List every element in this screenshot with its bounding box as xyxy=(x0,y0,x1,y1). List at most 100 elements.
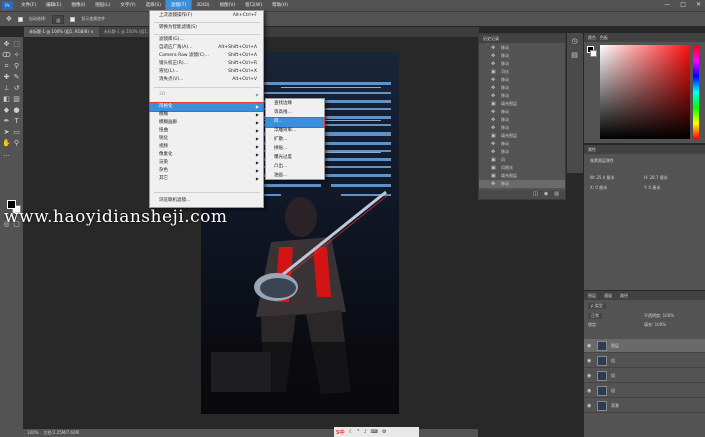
y-field[interactable]: Y: 0 厘米 xyxy=(644,185,660,191)
lasso-tool-icon[interactable]: ↀ xyxy=(2,51,11,60)
filter-blur-gallery[interactable]: 模糊画廊 ▶ xyxy=(150,119,263,127)
auto-select-target-dropdown[interactable]: 组 xyxy=(52,14,65,24)
history-row[interactable]: ▣ 羽化 xyxy=(479,68,565,76)
zoom-tool-icon[interactable]: ⚲ xyxy=(12,139,21,148)
filter-3d[interactable]: 3D ▶ xyxy=(150,91,263,99)
filter-other[interactable]: 其它 ▶ xyxy=(150,175,263,183)
close-button[interactable]: ✕ xyxy=(696,1,701,8)
history-row[interactable]: ✥ 移动 xyxy=(479,92,565,100)
trash-icon[interactable]: ▥ xyxy=(554,190,559,199)
history-row[interactable]: ▣ 填充图层 xyxy=(479,172,565,180)
menu-help[interactable]: 帮助(H) xyxy=(267,0,293,11)
history-row[interactable]: ▣ 填充图层 xyxy=(479,132,565,140)
history-row[interactable]: ✥ 移动 xyxy=(479,116,565,124)
eye-icon[interactable]: ◉ xyxy=(587,354,591,368)
rectangle-tool-icon[interactable]: ▭ xyxy=(12,128,21,137)
hue-slider[interactable] xyxy=(693,45,699,139)
auto-select-checkbox[interactable] xyxy=(17,16,23,22)
filter-lens-correction[interactable]: 镜头校正(R)... Shift+Ctrl+R xyxy=(150,60,263,68)
gradient-tool-icon[interactable]: ▥ xyxy=(12,95,21,104)
filter-liquify[interactable]: 液化(L)... Shift+Ctrl+X xyxy=(150,68,263,76)
eyedropper-icon[interactable]: ⚲ xyxy=(12,62,21,71)
filter-distort[interactable]: 扭曲 ▶ xyxy=(150,127,263,135)
hand-tool-icon[interactable]: ✋ xyxy=(2,139,11,148)
eye-icon[interactable]: ◉ xyxy=(587,369,591,383)
tab-layers[interactable]: 图层 xyxy=(588,291,596,300)
tab-document-1[interactable]: 未标题-1 @ 100% (组1, RGB/8) × xyxy=(24,27,99,37)
history-brush-icon[interactable]: ↺ xyxy=(12,84,21,93)
layer-kind-filter[interactable]: ρ 类型 xyxy=(588,303,606,309)
eye-icon[interactable]: ◉ xyxy=(587,384,591,398)
show-transform-checkbox[interactable] xyxy=(70,16,76,22)
opacity-field[interactable]: 不透明度: 100% xyxy=(644,313,674,319)
menu-image[interactable]: 图像(I) xyxy=(66,0,90,11)
filter-camera-raw[interactable]: Camera Raw 滤镜(C)... Shift+Ctrl+A xyxy=(150,52,263,60)
x-field[interactable]: X: 0 厘米 xyxy=(590,185,607,191)
stylize-contour[interactable]: 等高线... xyxy=(266,109,324,118)
filter-blur[interactable]: 模糊 ▶ xyxy=(150,111,263,119)
move-tool-icon[interactable]: ✥ xyxy=(2,40,11,49)
camera-icon[interactable]: ◉ xyxy=(544,190,548,199)
history-row[interactable]: ✥ 移动 xyxy=(479,52,565,60)
stylize-find-edges[interactable]: 查找边缘 xyxy=(266,100,324,109)
eraser-icon[interactable]: ◧ xyxy=(2,95,11,104)
blur-tool-icon[interactable]: ◆ xyxy=(2,106,11,115)
menu-edit[interactable]: 编辑(E) xyxy=(41,0,66,11)
dodge-tool-icon[interactable]: ● xyxy=(12,106,21,115)
pen-tool-icon[interactable]: ✒ xyxy=(2,117,11,126)
layer-row[interactable]: ◉ 组 xyxy=(584,369,705,383)
filter-last-filter[interactable]: 上次滤镜操作(F) Alt+Ctrl+F xyxy=(150,12,263,20)
eye-icon[interactable]: ◉ xyxy=(587,399,591,413)
history-row-selected[interactable]: ✥ 移动 xyxy=(479,180,565,188)
blend-mode-dropdown[interactable]: 正常 xyxy=(588,313,602,319)
clone-stamp-icon[interactable]: ⊥ xyxy=(2,84,11,93)
stylize-tiles[interactable]: 拼贴... xyxy=(266,145,324,154)
width-field[interactable]: W: 25.4 厘米 xyxy=(590,175,615,181)
layer-row[interactable]: ◉ 组 xyxy=(584,384,705,398)
zoom-level[interactable]: 100% xyxy=(27,430,38,435)
moon-icon[interactable]: ☾ xyxy=(349,429,353,435)
sogou-icon[interactable]: S中 xyxy=(336,429,345,436)
layer-row[interactable]: ◉ 背景 xyxy=(584,399,705,413)
menu-layer[interactable]: 图层(L) xyxy=(90,0,115,11)
fill-field[interactable]: 填充: 100% xyxy=(644,322,666,328)
new-snapshot-icon[interactable]: ◫ xyxy=(533,190,538,199)
filter-video[interactable]: 视频 ▶ xyxy=(150,143,263,151)
tab-color[interactable]: 颜色 xyxy=(588,35,596,40)
properties-title[interactable]: 属性 xyxy=(584,145,705,154)
history-panel-title[interactable]: 历史记录 xyxy=(479,34,565,43)
brush-tool-icon[interactable]: ✎ xyxy=(12,73,21,82)
color-spectrum-picker[interactable] xyxy=(600,45,690,139)
history-row[interactable]: ✥ 移动 xyxy=(479,44,565,52)
path-selection-icon[interactable]: ➤ xyxy=(2,128,11,137)
layer-row[interactable]: ◉ 组 xyxy=(584,354,705,368)
filter-noise[interactable]: 杂色 ▶ xyxy=(150,167,263,175)
stylize-diffuse[interactable]: 扩散... xyxy=(266,136,324,145)
magic-wand-icon[interactable]: ✧ xyxy=(12,51,21,60)
history-row[interactable]: ✥ 移动 xyxy=(479,124,565,132)
history-row[interactable]: ▣ 风 xyxy=(479,156,565,164)
type-tool-icon[interactable]: T xyxy=(12,117,21,126)
keyboard-icon[interactable]: ⌨ xyxy=(371,429,378,435)
minimize-button[interactable]: — xyxy=(664,1,670,8)
menu-file[interactable]: 文件(F) xyxy=(16,0,41,11)
filter-stylize[interactable]: 风格化 ▶ xyxy=(149,102,264,112)
bg-color-chip[interactable] xyxy=(590,50,597,57)
history-row[interactable]: ✥ 移动 xyxy=(479,148,565,156)
history-row[interactable]: ✥ 移动 xyxy=(479,76,565,84)
eye-icon[interactable]: ◉ xyxy=(587,339,591,353)
stylize-oil-paint[interactable]: 油画... xyxy=(266,172,324,181)
properties-panel-icon[interactable]: ▤ xyxy=(570,51,579,60)
history-row[interactable]: ✥ 移动 xyxy=(479,140,565,148)
history-row[interactable]: ▣ 填充图层 xyxy=(479,100,565,108)
history-row[interactable]: ✥ 移动 xyxy=(479,60,565,68)
history-panel-icon[interactable]: ◷ xyxy=(570,37,579,46)
height-field[interactable]: H: 28.7 厘米 xyxy=(644,175,668,181)
history-row[interactable]: ✥ 移动 xyxy=(479,108,565,116)
filter-adaptive-wide-angle[interactable]: 自适应广角(A)... Alt+Shift+Ctrl+A xyxy=(150,44,263,52)
marquee-tool-icon[interactable]: ⬚ xyxy=(12,40,21,49)
history-row[interactable]: ▣ 风格化 xyxy=(479,164,565,172)
stylize-wind[interactable]: 风... xyxy=(265,117,325,128)
filter-vanishing-point[interactable]: 消失点(V)... Alt+Ctrl+V xyxy=(150,76,263,84)
filter-browse-online[interactable]: 浏览联机滤镜... xyxy=(150,197,263,205)
